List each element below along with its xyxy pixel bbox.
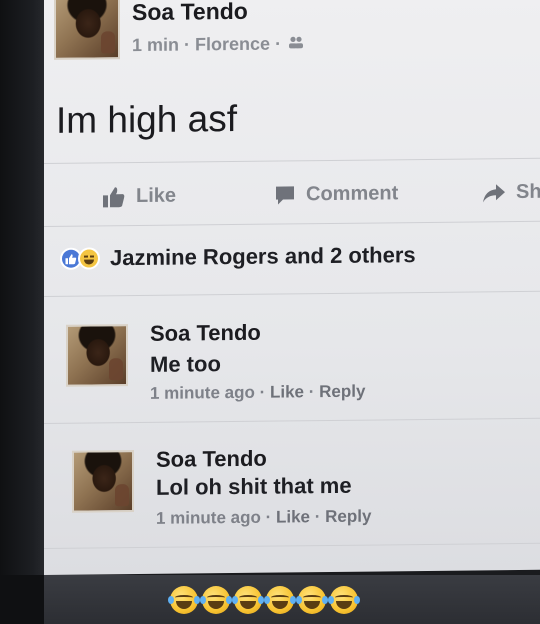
share-button[interactable]: Sh — [482, 181, 540, 205]
reactions-summary[interactable]: Jazmine Rogers and 2 others — [60, 242, 416, 272]
comment-reply-link[interactable]: Reply — [319, 382, 365, 401]
share-arrow-icon — [482, 183, 506, 203]
divider — [44, 417, 540, 424]
tears-of-joy-icon — [232, 586, 264, 614]
divider — [44, 290, 540, 297]
tears-of-joy-icon — [296, 586, 328, 614]
tears-of-joy-icon — [264, 586, 296, 614]
like-label: Like — [136, 184, 177, 208]
comment-like-link[interactable]: Like — [270, 382, 304, 401]
comment-like-link[interactable]: Like — [276, 507, 310, 526]
facebook-post-card: Soa Tendo 1 min · Florence · Im high asf… — [44, 0, 540, 575]
device-bezel — [0, 0, 48, 590]
divider — [44, 542, 540, 549]
post-meta: 1 min · Florence · — [132, 33, 304, 56]
comment-time: 1 minute ago — [150, 382, 255, 403]
friends-icon — [288, 35, 304, 52]
comment-meta: 1 minute ago · Like · Reply — [150, 381, 366, 403]
comment-text: Lol oh shit that me — [156, 472, 352, 500]
comment-author[interactable]: Soa Tendo — [156, 446, 267, 473]
comment-button[interactable]: Comment — [274, 182, 398, 206]
comment-icon — [274, 184, 296, 206]
divider — [44, 157, 540, 164]
post-time[interactable]: 1 min — [132, 35, 179, 55]
tears-of-joy-icon — [200, 586, 232, 614]
post-location[interactable]: Florence — [195, 34, 270, 55]
device-bezel — [0, 575, 48, 624]
comment-label: Comment — [306, 182, 399, 206]
comment-time: 1 minute ago — [156, 507, 261, 528]
commenter-avatar[interactable] — [72, 450, 134, 513]
post-author-name[interactable]: Soa Tendo — [132, 0, 248, 26]
reactions-text: Jazmine Rogers and 2 others — [110, 242, 416, 271]
divider — [44, 220, 540, 227]
comment-reply-link[interactable]: Reply — [325, 507, 371, 526]
comment-meta: 1 minute ago · Like · Reply — [156, 506, 372, 528]
like-button[interactable]: Like — [102, 185, 176, 209]
tears-of-joy-icon — [328, 586, 360, 614]
comment-text: Me too — [150, 351, 221, 377]
author-avatar[interactable] — [54, 0, 120, 60]
haha-reaction-icon — [78, 247, 100, 270]
share-label: Sh — [516, 180, 540, 204]
caption-emojis — [168, 586, 360, 614]
commenter-avatar[interactable] — [66, 324, 128, 387]
post-body: Im high asf — [56, 97, 237, 141]
comment-author[interactable]: Soa Tendo — [150, 320, 261, 347]
tears-of-joy-icon — [168, 586, 200, 614]
thumbs-up-icon — [102, 186, 126, 208]
